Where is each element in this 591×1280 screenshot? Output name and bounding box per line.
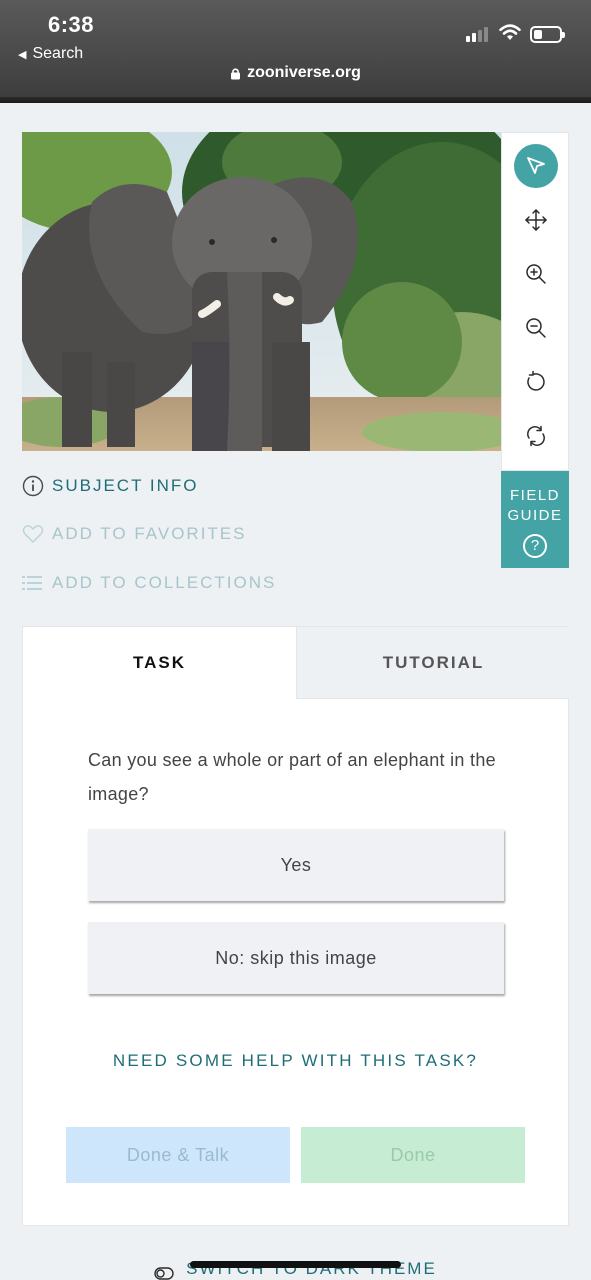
subject-info-label: SUBJECT INFO	[52, 476, 199, 495]
answer-no-button[interactable]: No: skip this image	[88, 922, 504, 994]
url-text: zooniverse.org	[247, 64, 361, 81]
annotate-tool-button[interactable]	[502, 139, 570, 193]
info-icon	[22, 475, 44, 497]
field-guide-label-1: FIELD	[509, 487, 560, 504]
wifi-icon	[499, 24, 521, 40]
add-to-favorites-label: ADD TO FAVORITES	[52, 524, 247, 543]
cellular-signal-icon	[466, 27, 488, 42]
elephant-photo	[22, 132, 501, 451]
back-label: Search	[32, 45, 84, 62]
field-guide-button[interactable]: FIELD GUIDE ?	[501, 471, 569, 568]
task-help-link[interactable]: NEED SOME HELP WITH THIS TASK?	[23, 1051, 568, 1071]
add-to-favorites-link[interactable]: ADD TO FAVORITES	[22, 524, 246, 544]
home-indicator	[190, 1261, 401, 1268]
toggle-icon	[154, 1267, 174, 1280]
zoom-in-button[interactable]	[502, 247, 570, 301]
reset-icon	[527, 425, 545, 447]
task-panel: TASK TUTORIAL Can you see a whole or par…	[22, 626, 570, 1226]
rotate-button[interactable]	[502, 355, 570, 409]
subject-info-link[interactable]: SUBJECT INFO	[22, 475, 198, 497]
add-to-collections-label: ADD TO COLLECTIONS	[52, 573, 277, 592]
answer-yes-button[interactable]: Yes	[88, 829, 504, 901]
pointer-icon	[527, 157, 545, 174]
field-guide-label-2: GUIDE	[507, 507, 563, 524]
move-icon	[525, 209, 547, 231]
address-bar[interactable]: zooniverse.org	[0, 64, 591, 82]
lock-icon	[231, 67, 241, 79]
done-and-talk-button[interactable]: Done & Talk	[66, 1127, 290, 1183]
zoom-out-button[interactable]	[502, 301, 570, 355]
back-triangle-icon: ◀	[18, 48, 27, 61]
zoom-out-icon	[526, 318, 546, 338]
list-icon	[22, 576, 42, 590]
tab-task[interactable]: TASK	[23, 627, 296, 699]
reset-view-button[interactable]	[502, 409, 570, 463]
status-bar: 6:38 ◀ Search zooniverse.org	[0, 0, 591, 103]
tab-tutorial[interactable]: TUTORIAL	[296, 627, 570, 699]
battery-icon	[530, 26, 565, 43]
back-to-search-button[interactable]: ◀ Search	[18, 45, 83, 63]
done-button[interactable]: Done	[301, 1127, 525, 1183]
clock: 6:38	[48, 12, 95, 37]
help-icon: ?	[523, 534, 547, 558]
task-question: Can you see a whole or part of an elepha…	[88, 750, 496, 804]
add-to-collections-link[interactable]: ADD TO COLLECTIONS	[22, 573, 276, 593]
heart-icon	[22, 525, 44, 543]
move-tool-button[interactable]	[502, 193, 570, 247]
subject-image[interactable]	[22, 132, 501, 451]
rotate-icon	[527, 370, 545, 391]
image-toolbar	[501, 132, 569, 471]
zoom-in-icon	[526, 264, 546, 284]
